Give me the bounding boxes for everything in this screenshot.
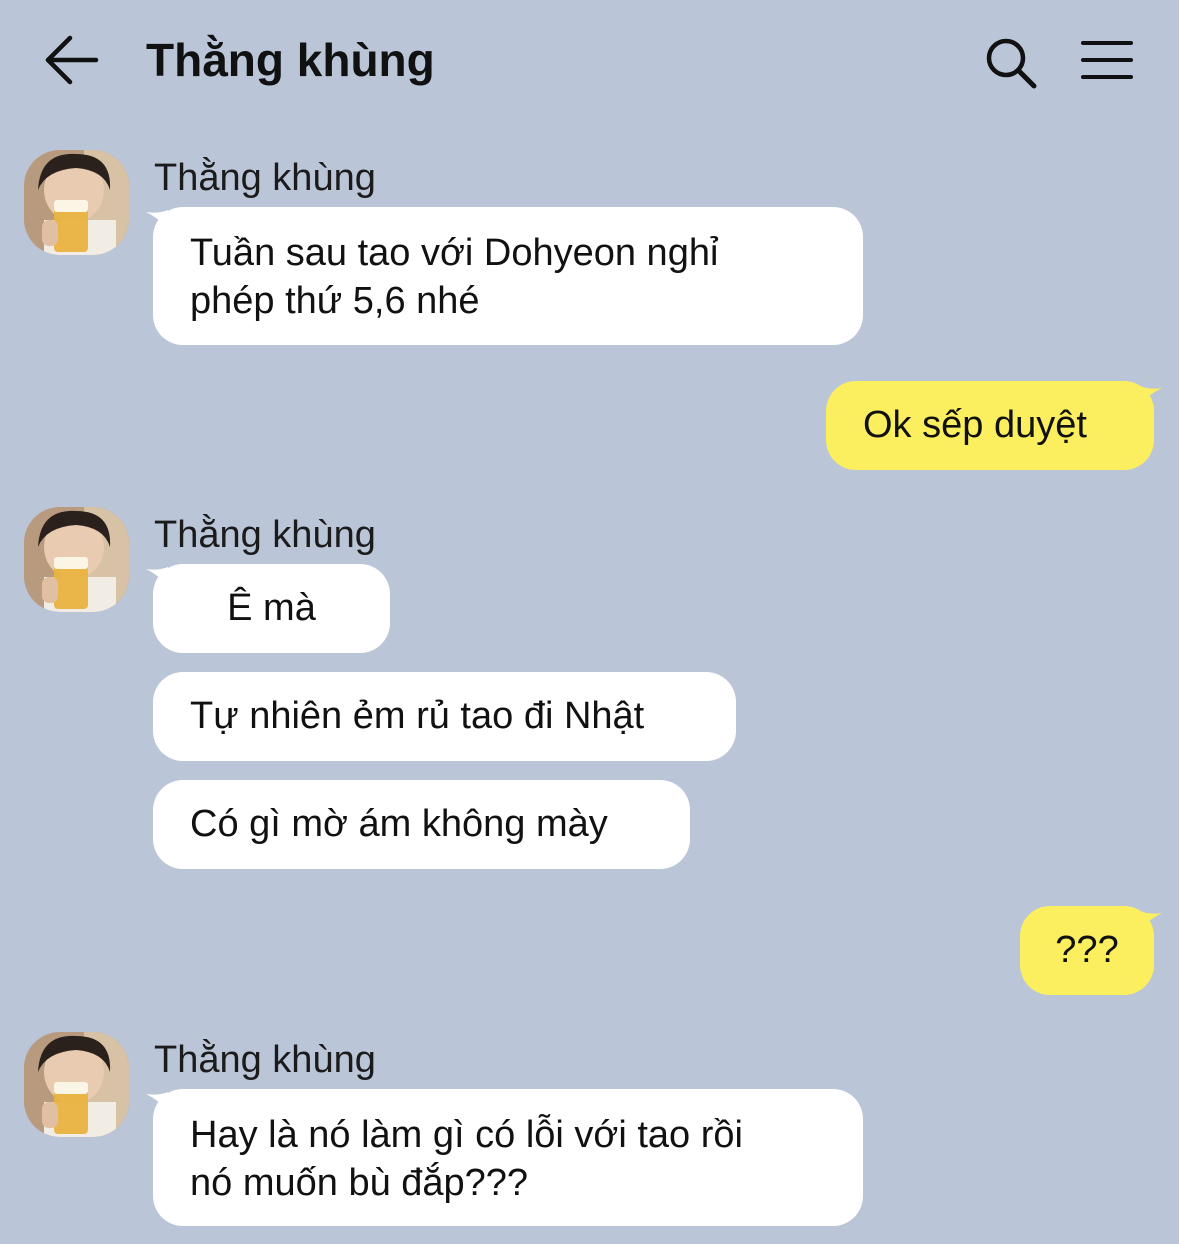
chat-title: Thằng khùng xyxy=(146,34,435,86)
message-text: Tuần sau tao với Dohyeon nghỉ xyxy=(190,232,719,274)
message-text: Tự nhiên ẻm rủ tao đi Nhật xyxy=(190,695,645,737)
hamburger-menu-icon xyxy=(1081,41,1133,79)
sender-name: Thằng khùng xyxy=(154,514,376,556)
message-text: Ê mà xyxy=(227,587,316,629)
message-text: nó muốn bù đắp??? xyxy=(190,1162,529,1204)
message-bubble-incoming[interactable]: Tuần sau tao với Dohyeon nghỉ phép thứ 5… xyxy=(153,207,863,345)
avatar[interactable] xyxy=(24,507,129,612)
avatar[interactable] xyxy=(24,1032,129,1137)
back-button[interactable] xyxy=(40,30,104,90)
message-bubble-outgoing[interactable]: ??? xyxy=(1020,906,1154,995)
avatar-photo xyxy=(24,507,129,612)
message-text: ??? xyxy=(1055,929,1119,971)
message-bubble-incoming[interactable]: Tự nhiên ẻm rủ tao đi Nhật xyxy=(153,672,736,761)
message-bubble-incoming[interactable]: Hay là nó làm gì có lỗi với tao rồi nó m… xyxy=(153,1089,863,1226)
message-text: phép thứ 5,6 nhé xyxy=(190,280,480,322)
avatar-photo xyxy=(24,150,129,255)
message-text: Hay là nó làm gì có lỗi với tao rồi xyxy=(190,1114,743,1156)
bubble-tail xyxy=(1140,911,1162,929)
bubble-tail xyxy=(1140,386,1162,404)
avatar[interactable] xyxy=(24,150,129,255)
search-button[interactable] xyxy=(980,32,1040,92)
avatar-photo xyxy=(24,1032,129,1137)
message-bubble-outgoing[interactable]: Ok sếp duyệt xyxy=(826,381,1154,470)
message-bubble-incoming[interactable]: Có gì mờ ám không mày xyxy=(153,780,690,869)
search-icon xyxy=(986,38,1037,89)
menu-button[interactable] xyxy=(1078,36,1136,86)
arrow-left-icon xyxy=(45,35,99,85)
message-bubble-incoming[interactable]: Ê mà xyxy=(153,564,390,653)
message-text: Ok sếp duyệt xyxy=(863,404,1087,446)
message-text: Có gì mờ ám không mày xyxy=(190,803,608,845)
sender-name: Thằng khùng xyxy=(154,1039,376,1081)
chat-header: Thằng khùng xyxy=(0,0,1179,120)
sender-name: Thằng khùng xyxy=(154,157,376,199)
